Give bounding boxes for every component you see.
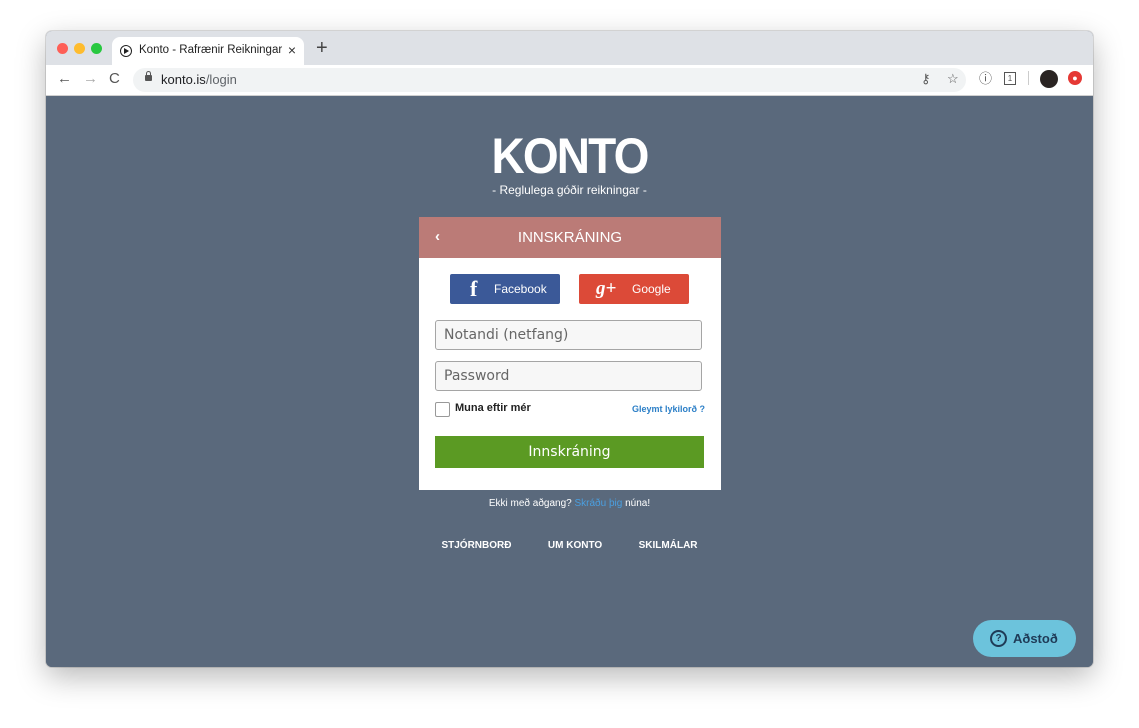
password-field[interactable] bbox=[435, 361, 702, 391]
footer-nav: STJÓRNBORÐ UM KONTO SKILMÁLAR bbox=[46, 535, 1093, 553]
new-tab-button[interactable]: + bbox=[316, 38, 328, 58]
help-button[interactable]: ? Aðstoð bbox=[973, 620, 1076, 657]
close-window-button[interactable] bbox=[57, 43, 68, 54]
footer-link-terms[interactable]: SKILMÁLAR bbox=[639, 540, 698, 551]
signup-link[interactable]: Skráðu þig bbox=[575, 498, 623, 509]
facebook-icon: f bbox=[470, 276, 478, 301]
url-text: konto.is/login bbox=[161, 72, 237, 87]
footer-link-about[interactable]: UM KONTO bbox=[548, 540, 602, 551]
login-title: INNSKRÁNING bbox=[517, 229, 623, 246]
remember-me-checkbox[interactable] bbox=[435, 402, 450, 417]
star-icon[interactable]: ☆ bbox=[947, 71, 959, 87]
back-arrow-icon[interactable]: ← bbox=[57, 71, 72, 87]
extension-icon[interactable]: 1 bbox=[1004, 72, 1016, 85]
google-login-button[interactable]: g+ Google bbox=[579, 274, 689, 304]
google-plus-icon: g+ bbox=[596, 278, 617, 299]
username-field[interactable] bbox=[435, 320, 702, 350]
google-label: Google bbox=[632, 282, 671, 296]
help-label: Aðstoð bbox=[1013, 631, 1058, 646]
footer-link-dashboard[interactable]: STJÓRNBORÐ bbox=[441, 540, 511, 551]
info-icon[interactable]: ⓘ bbox=[979, 71, 992, 87]
zoom-window-button[interactable] bbox=[91, 43, 102, 54]
forgot-password-link[interactable]: Gleymt lykilorð ? bbox=[632, 404, 705, 414]
login-submit-button[interactable]: Innskráning bbox=[435, 436, 704, 468]
minimize-window-button[interactable] bbox=[74, 43, 85, 54]
address-bar[interactable]: konto.is/login bbox=[133, 68, 966, 92]
signup-suffix: núna! bbox=[625, 498, 651, 509]
browser-toolbar: ← → C konto.is/login ⚷ ☆ ⓘ 1 ● bbox=[46, 65, 1093, 96]
remember-me-label[interactable]: Muna eftir mér bbox=[455, 402, 531, 414]
forward-arrow-icon[interactable]: → bbox=[83, 71, 98, 87]
login-card: ‹ INNSKRÁNING f Facebook g+ Google Muna … bbox=[419, 217, 721, 490]
tab-bar: Konto - Rafrænir Reikningar × + bbox=[46, 31, 1093, 65]
facebook-label: Facebook bbox=[494, 282, 547, 296]
browser-window: Konto - Rafrænir Reikningar × + ← → C ko… bbox=[46, 31, 1093, 667]
tagline: - Reglulega góðir reikningar - bbox=[492, 183, 647, 197]
question-icon: ? bbox=[990, 630, 1007, 647]
signup-prompt: Ekki með aðgang? Skráðu þig núna! bbox=[46, 498, 1093, 509]
url-path: /login bbox=[205, 72, 237, 87]
key-icon[interactable]: ⚷ bbox=[921, 71, 931, 87]
notification-icon[interactable]: ● bbox=[1068, 71, 1082, 85]
url-domain: konto.is bbox=[161, 72, 206, 87]
lock-icon bbox=[145, 71, 152, 81]
tab-close-icon[interactable]: × bbox=[288, 42, 296, 58]
signup-prefix: Ekki með aðgang? bbox=[488, 498, 572, 509]
favicon-icon bbox=[120, 45, 132, 57]
page-content: KONTO - Reglulega góðir reikningar - ‹ I… bbox=[46, 96, 1093, 667]
toolbar-divider bbox=[1028, 71, 1029, 85]
tab-title: Konto - Rafrænir Reikningar bbox=[139, 44, 283, 56]
profile-avatar[interactable] bbox=[1040, 70, 1058, 88]
browser-tab[interactable]: Konto - Rafrænir Reikningar × bbox=[112, 37, 304, 65]
facebook-login-button[interactable]: f Facebook bbox=[450, 274, 560, 304]
reload-icon[interactable]: C bbox=[109, 71, 120, 87]
login-header: ‹ INNSKRÁNING bbox=[419, 217, 721, 258]
konto-logo: KONTO bbox=[491, 128, 649, 184]
